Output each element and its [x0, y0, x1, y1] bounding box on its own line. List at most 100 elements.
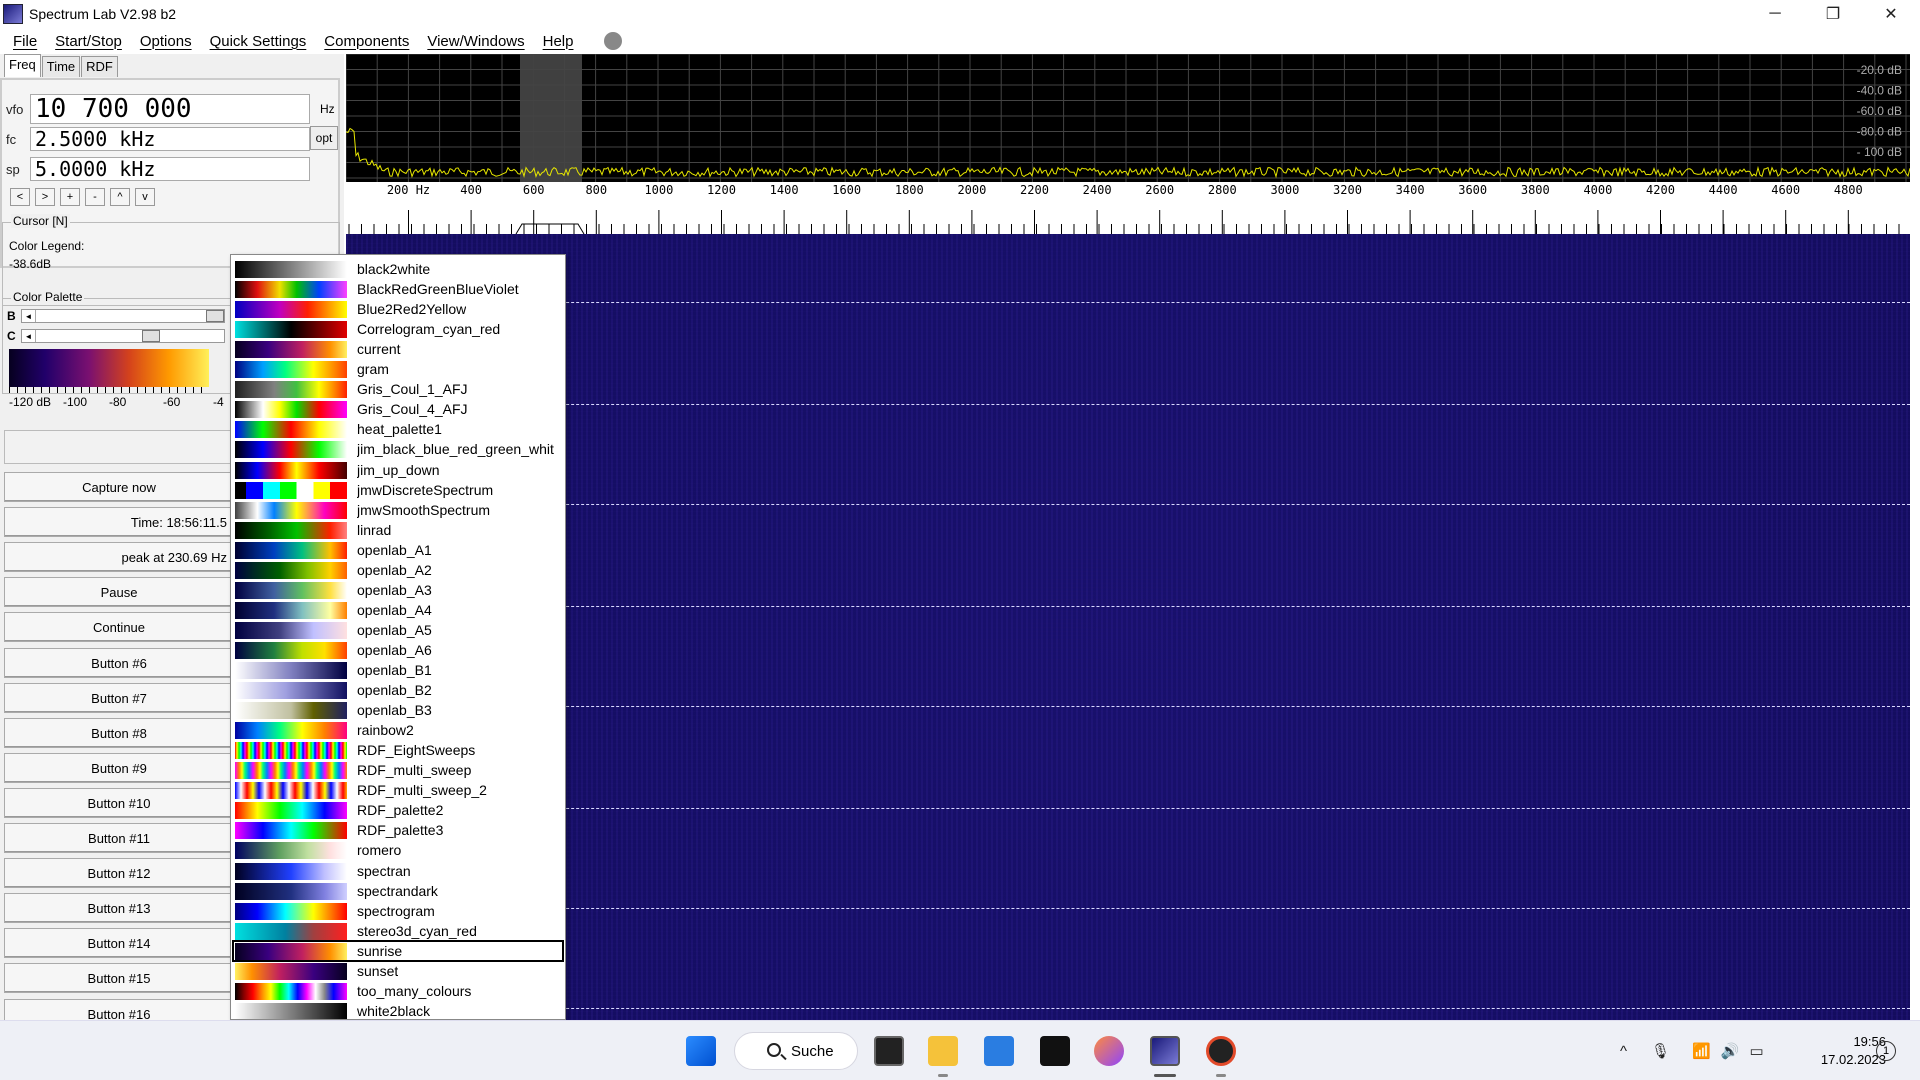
palette-option[interactable]: openlab_A3 [233, 580, 563, 600]
tab-rdf[interactable]: RDF [81, 56, 118, 77]
palette-option[interactable]: openlab_A2 [233, 560, 563, 580]
menu-components[interactable]: Components [315, 33, 418, 50]
palette-option[interactable]: heat_palette1 [233, 419, 563, 439]
palette-option[interactable]: white2black [233, 1001, 563, 1019]
palette-option[interactable]: openlab_A6 [233, 640, 563, 660]
action-button[interactable]: Capture now [4, 472, 234, 502]
spectrum-lab-icon[interactable] [1150, 1036, 1180, 1066]
zoom-out-button[interactable]: - [85, 188, 105, 206]
action-button[interactable]: Button #6 [4, 648, 234, 678]
menu-options[interactable]: Options [131, 33, 201, 50]
start-icon[interactable] [686, 1036, 716, 1066]
brightness-slider[interactable]: ◄ [21, 309, 225, 323]
palette-option[interactable]: openlab_A5 [233, 620, 563, 640]
close-button[interactable]: ✕ [1862, 0, 1920, 28]
action-button[interactable]: Button #11 [4, 823, 234, 853]
menu-help[interactable]: Help [534, 33, 583, 50]
palette-option[interactable]: spectrogram [233, 901, 563, 921]
vfo-input[interactable]: 10 700 000 [30, 94, 310, 124]
palette-option[interactable]: BlackRedGreenBlueViolet [233, 279, 563, 299]
sp-input[interactable]: 5.0000 kHz [30, 157, 310, 181]
notepad-icon[interactable] [984, 1036, 1014, 1066]
volume-icon[interactable]: 🔊 [1721, 1042, 1740, 1060]
palette-option[interactable]: linrad [233, 520, 563, 540]
palette-option[interactable]: Blue2Red2Yellow [233, 299, 563, 319]
file-explorer-icon[interactable] [928, 1036, 958, 1066]
action-button[interactable]: peak at 230.69 Hz [4, 542, 234, 572]
palette-option[interactable]: stereo3d_cyan_red [233, 921, 563, 941]
action-button[interactable]: Pause [4, 577, 234, 607]
zoom-in-button[interactable]: + [60, 188, 80, 206]
opt-button[interactable]: opt [310, 126, 338, 150]
menu-view-windows[interactable]: View/Windows [418, 33, 533, 50]
spectrum-display[interactable]: -20.0 dB -40.0 dB -60.0 dB -80.0 dB - 100 dB… [346, 54, 1910, 236]
palette-option[interactable]: openlab_B2 [233, 680, 563, 700]
palette-option[interactable]: Gris_Coul_4_AFJ [233, 399, 563, 419]
firefox-icon[interactable] [1094, 1036, 1124, 1066]
action-button[interactable]: Button #10 [4, 788, 234, 818]
menu-file[interactable]: File [4, 33, 46, 50]
tab-time[interactable]: Time [41, 56, 81, 77]
action-button[interactable]: Button #15 [4, 963, 234, 993]
menu-quick-settings[interactable]: Quick Settings [201, 33, 316, 50]
slider-left-arrow-icon[interactable]: ◄ [22, 310, 36, 322]
terminal-icon[interactable] [1040, 1036, 1070, 1066]
wifi-icon[interactable]: 📶 [1692, 1042, 1711, 1060]
step-up-button[interactable]: ^ [110, 188, 130, 206]
palette-option[interactable]: jmwSmoothSpectrum [233, 500, 563, 520]
palette-option[interactable]: jim_black_blue_red_green_whit [233, 439, 563, 459]
palette-option[interactable]: openlab_B1 [233, 660, 563, 680]
palette-option[interactable]: openlab_B3 [233, 700, 563, 720]
tab-freq[interactable]: Freq [4, 54, 41, 77]
palette-option[interactable]: jim_up_down [233, 460, 563, 480]
menu-start-stop[interactable]: Start/Stop [46, 33, 131, 50]
notification-badge[interactable]: 1 [1876, 1041, 1896, 1061]
palette-option[interactable]: too_many_colours [233, 981, 563, 1001]
palette-option[interactable]: rainbow2 [233, 720, 563, 740]
palette-dropdown[interactable]: black2white BlackRedGreenBlueViolet Blue2R… [230, 254, 566, 1020]
action-button[interactable]: Button #9 [4, 753, 234, 783]
action-button[interactable]: Button #13 [4, 893, 234, 923]
palette-option[interactable]: RDF_multi_sweep [233, 760, 563, 780]
minimize-button[interactable]: ─ [1746, 0, 1804, 28]
palette-option[interactable]: spectran [233, 861, 563, 881]
palette-option[interactable]: Gris_Coul_1_AFJ [233, 379, 563, 399]
fc-input[interactable]: 2.5000 kHz [30, 127, 310, 151]
action-button[interactable]: Button #14 [4, 928, 234, 958]
action-button[interactable]: Time: 18:56:11.5 [4, 507, 234, 537]
battery-icon[interactable]: ▭ [1749, 1042, 1763, 1060]
clock[interactable]: 19:56 17.02.2023 [1796, 1033, 1886, 1069]
palette-option[interactable]: spectrandark [233, 881, 563, 901]
palette-option[interactable]: current [233, 339, 563, 359]
palette-option[interactable]: RDF_palette2 [233, 800, 563, 820]
palette-option[interactable]: RDF_EightSweeps [233, 740, 563, 760]
contrast-slider[interactable]: ◄ [21, 329, 225, 343]
spectrum-graph[interactable]: -20.0 dB -40.0 dB -60.0 dB -80.0 dB - 100 dB… [346, 54, 1910, 236]
palette-option[interactable]: gram [233, 359, 563, 379]
microphone-icon[interactable]: 🎙 [1651, 1042, 1670, 1060]
palette-option[interactable]: jmwDiscreteSpectrum [233, 480, 563, 500]
status-dot-icon[interactable] [604, 32, 623, 50]
contrast-thumb[interactable] [142, 330, 160, 342]
search-box[interactable]: Suche [734, 1032, 858, 1070]
palette-option[interactable]: RDF_multi_sweep_2 [233, 780, 563, 800]
task-view-icon[interactable] [874, 1036, 904, 1066]
step-left-button[interactable]: < [10, 188, 30, 206]
restore-button[interactable]: ❐ [1804, 0, 1862, 28]
media-player-icon[interactable] [1206, 1036, 1236, 1066]
palette-option[interactable]: RDF_palette3 [233, 820, 563, 840]
action-button[interactable]: Continue [4, 612, 234, 642]
action-button[interactable]: Button #8 [4, 718, 234, 748]
step-right-button[interactable]: > [35, 188, 55, 206]
palette-option[interactable]: Correlogram_cyan_red [233, 319, 563, 339]
palette-option[interactable]: sunset [233, 961, 563, 981]
slider-left-arrow-icon[interactable]: ◄ [22, 330, 36, 342]
action-button[interactable]: Button #7 [4, 683, 234, 713]
palette-option[interactable]: sunrise [232, 940, 564, 962]
tray-overflow-icon[interactable]: ^ [1620, 1043, 1627, 1060]
palette-option[interactable]: openlab_A4 [233, 600, 563, 620]
palette-option[interactable]: romero [233, 840, 563, 860]
step-down-button[interactable]: v [135, 188, 155, 206]
action-button[interactable]: Button #12 [4, 858, 234, 888]
waterfall-display[interactable] [346, 234, 1910, 1020]
